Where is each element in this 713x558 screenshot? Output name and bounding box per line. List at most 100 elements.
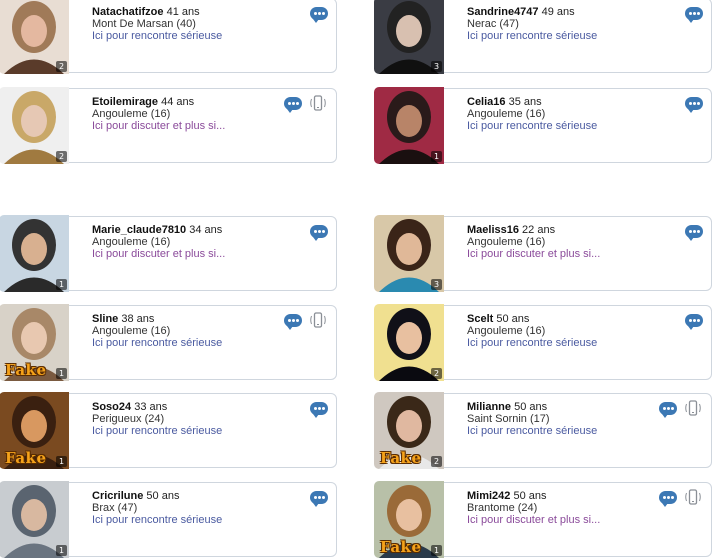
- age-label: 33 ans: [134, 401, 168, 413]
- profile-card[interactable]: 2 Scelt 50 ans Angouleme (16) Ici pour r…: [374, 304, 712, 381]
- profile-card[interactable]: 3 Sandrine4747 49 ans Nerac (47) Ici pou…: [374, 0, 712, 74]
- username-link[interactable]: Etoilemirage: [92, 96, 158, 108]
- profile-photo[interactable]: Fake 1: [0, 304, 69, 381]
- chat-bubble-icon[interactable]: [685, 314, 703, 330]
- location-label: Perigueux (24): [92, 413, 165, 425]
- age-label: 44 ans: [161, 96, 195, 108]
- location-label: Angouleme (16): [467, 108, 546, 120]
- location-label: Mont De Marsan (40): [92, 18, 196, 30]
- location-label: Brantome (24): [467, 502, 538, 514]
- profile-photo[interactable]: 1: [0, 481, 69, 558]
- location-label: Nerac (47): [467, 18, 519, 30]
- age-label: 50 ans: [514, 401, 548, 413]
- location-label: Brax (47): [92, 502, 138, 514]
- location-label: Angouleme (16): [467, 325, 546, 337]
- username-link[interactable]: Scelt: [467, 313, 493, 325]
- chat-bubble-icon[interactable]: [685, 225, 703, 241]
- profile-photo[interactable]: 3: [374, 215, 444, 292]
- age-label: 35 ans: [508, 96, 542, 108]
- photo-count-badge: 1: [56, 545, 67, 556]
- profile-info: Celia16 35 ans Angouleme (16) Ici pour r…: [467, 96, 597, 132]
- profile-card[interactable]: Fake 1 Mimi242 50 ans Brantome (24) Ici …: [374, 481, 712, 558]
- profile-card[interactable]: 3 Maeliss16 22 ans Angouleme (16) Ici po…: [374, 215, 712, 292]
- profile-photo[interactable]: Fake 1: [374, 481, 444, 558]
- profile-card[interactable]: 2 Natachatifzoe 41 ans Mont De Marsan (4…: [0, 0, 337, 74]
- profile-photo[interactable]: 1: [0, 215, 69, 292]
- age-label: 22 ans: [522, 224, 556, 236]
- intent-tagline[interactable]: Ici pour rencontre sérieuse: [467, 337, 597, 349]
- mobile-vibrate-icon[interactable]: [683, 400, 703, 416]
- photo-count-badge: 2: [431, 368, 442, 379]
- profile-info: Scelt 50 ans Angouleme (16) Ici pour ren…: [467, 313, 597, 349]
- chat-bubble-icon[interactable]: [659, 491, 677, 507]
- intent-tagline[interactable]: Ici pour rencontre sérieuse: [467, 120, 597, 132]
- profile-info: Milianne 50 ans Saint Sornin (17) Ici po…: [467, 401, 597, 437]
- intent-tagline[interactable]: Ici pour discuter et plus si...: [467, 248, 600, 260]
- username-link[interactable]: Marie_claude7810: [92, 224, 186, 236]
- location-label: Angouleme (16): [92, 236, 171, 248]
- photo-count-badge: 2: [431, 456, 442, 467]
- profile-photo[interactable]: Fake 1: [0, 392, 69, 469]
- age-label: 50 ans: [513, 490, 547, 502]
- profile-card[interactable]: Fake 1 Soso24 33 ans Perigueux (24) Ici …: [0, 392, 337, 469]
- username-link[interactable]: Sline: [92, 313, 118, 325]
- age-label: 50 ans: [146, 490, 180, 502]
- intent-tagline[interactable]: Ici pour rencontre sérieuse: [92, 337, 222, 349]
- chat-bubble-icon[interactable]: [310, 225, 328, 241]
- chat-bubble-icon[interactable]: [284, 97, 302, 113]
- profile-photo[interactable]: 2: [374, 304, 444, 381]
- username-link[interactable]: Celia16: [467, 96, 506, 108]
- profile-card[interactable]: Fake 2 Milianne 50 ans Saint Sornin (17)…: [374, 392, 712, 469]
- intent-tagline[interactable]: Ici pour rencontre sérieuse: [467, 425, 597, 437]
- username-link[interactable]: Milianne: [467, 401, 511, 413]
- location-label: Angouleme (16): [467, 236, 546, 248]
- intent-tagline[interactable]: Ici pour discuter et plus si...: [92, 120, 225, 132]
- intent-tagline[interactable]: Ici pour rencontre sérieuse: [92, 30, 222, 42]
- profile-photo[interactable]: 2: [0, 87, 69, 164]
- location-label: Angouleme (16): [92, 325, 171, 337]
- profile-card[interactable]: 2 Etoilemirage 44 ans Angouleme (16) Ici…: [0, 87, 337, 164]
- profile-card[interactable]: Fake 1 Sline 38 ans Angouleme (16) Ici p…: [0, 304, 337, 381]
- username-link[interactable]: Soso24: [92, 401, 131, 413]
- username-link[interactable]: Cricrilune: [92, 490, 143, 502]
- intent-tagline[interactable]: Ici pour discuter et plus si...: [92, 248, 225, 260]
- username-link[interactable]: Sandrine4747: [467, 6, 539, 18]
- profile-info: Etoilemirage 44 ans Angouleme (16) Ici p…: [92, 96, 225, 132]
- age-label: 38 ans: [121, 313, 155, 325]
- chat-bubble-icon[interactable]: [310, 491, 328, 507]
- chat-bubble-icon[interactable]: [659, 402, 677, 418]
- chat-bubble-icon[interactable]: [310, 7, 328, 23]
- photo-count-badge: 2: [56, 151, 67, 162]
- chat-bubble-icon[interactable]: [284, 314, 302, 330]
- intent-tagline[interactable]: Ici pour rencontre sérieuse: [92, 514, 222, 526]
- profile-info: Sandrine4747 49 ans Nerac (47) Ici pour …: [467, 6, 597, 42]
- photo-count-badge: 3: [431, 279, 442, 290]
- profile-photo[interactable]: 2: [0, 0, 69, 74]
- username-link[interactable]: Mimi242: [467, 490, 510, 502]
- profile-photo[interactable]: 1: [374, 87, 444, 164]
- chat-bubble-icon[interactable]: [685, 97, 703, 113]
- photo-count-badge: 2: [56, 61, 67, 72]
- username-link[interactable]: Maeliss16: [467, 224, 519, 236]
- fake-badge: Fake: [380, 538, 422, 556]
- profile-card[interactable]: 1 Cricrilune 50 ans Brax (47) Ici pour r…: [0, 481, 337, 558]
- chat-bubble-icon[interactable]: [310, 402, 328, 418]
- profile-photo[interactable]: 3: [374, 0, 444, 74]
- mobile-vibrate-icon[interactable]: [683, 489, 703, 505]
- username-link[interactable]: Natachatifzoe: [92, 6, 164, 18]
- intent-tagline[interactable]: Ici pour rencontre sérieuse: [92, 425, 222, 437]
- fake-badge: Fake: [380, 449, 422, 467]
- profile-card[interactable]: 1 Marie_claude7810 34 ans Angouleme (16)…: [0, 215, 337, 292]
- age-label: 50 ans: [496, 313, 530, 325]
- profile-card[interactable]: 1 Celia16 35 ans Angouleme (16) Ici pour…: [374, 87, 712, 164]
- profile-info: Maeliss16 22 ans Angouleme (16) Ici pour…: [467, 224, 600, 260]
- chat-bubble-icon[interactable]: [685, 7, 703, 23]
- photo-count-badge: 1: [56, 368, 67, 379]
- photo-count-badge: 3: [431, 61, 442, 72]
- intent-tagline[interactable]: Ici pour discuter et plus si...: [467, 514, 600, 526]
- mobile-vibrate-icon[interactable]: [308, 95, 328, 111]
- profile-photo[interactable]: Fake 2: [374, 392, 444, 469]
- intent-tagline[interactable]: Ici pour rencontre sérieuse: [467, 30, 597, 42]
- mobile-vibrate-icon[interactable]: [308, 312, 328, 328]
- location-label: Angouleme (16): [92, 108, 171, 120]
